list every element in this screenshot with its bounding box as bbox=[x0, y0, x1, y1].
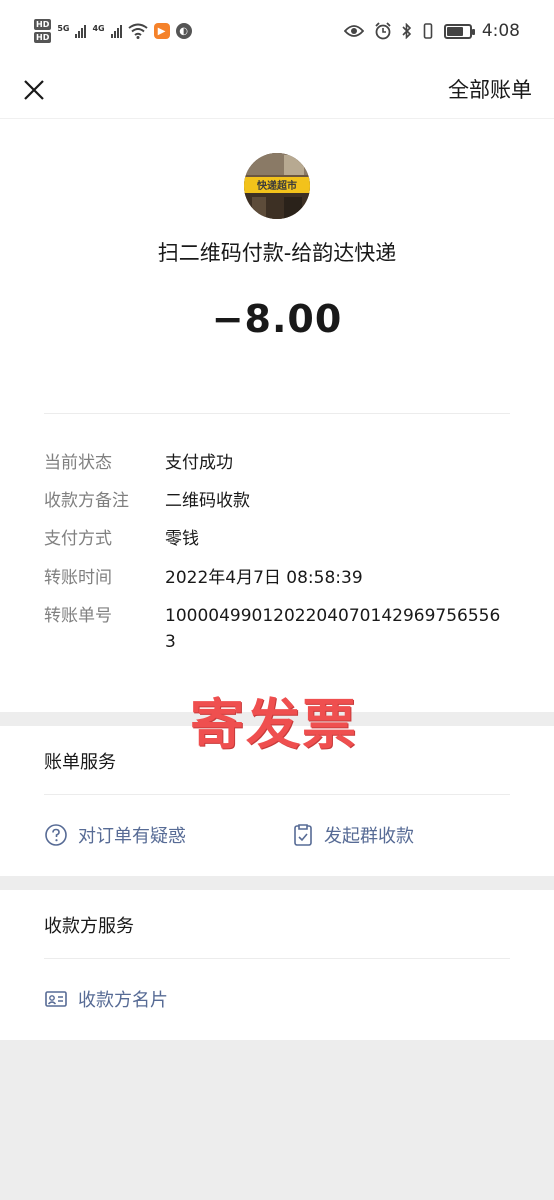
payee-service-title: 收款方服务 bbox=[44, 916, 134, 937]
transaction-card: 快递超市 扫二维码付款-给韵达快递 −8.00 当前状态 支付成功 收款方备注 … bbox=[0, 118, 554, 712]
close-icon bbox=[24, 80, 44, 100]
alarm-icon bbox=[375, 22, 391, 40]
detail-label: 支付方式 bbox=[44, 529, 112, 549]
group-collect-link[interactable]: 发起群收款 bbox=[292, 822, 414, 848]
video-app-icon: ▶ bbox=[153, 23, 170, 39]
contact-card-icon bbox=[45, 991, 67, 1007]
hd-badges: HD HD bbox=[34, 18, 52, 44]
detail-label: 转账单号 bbox=[44, 606, 112, 626]
detail-row-transfer-id: 转账单号 10000499012022040701429697565563 bbox=[44, 603, 510, 655]
detail-row-payee-note: 收款方备注 二维码收款 bbox=[44, 488, 510, 514]
detail-label: 收款方备注 bbox=[44, 491, 129, 511]
hd-badge-1: HD bbox=[34, 19, 52, 30]
order-question-label: 对订单有疑惑 bbox=[78, 826, 186, 847]
detail-value: 支付成功 bbox=[165, 453, 233, 473]
status-icons-right: 4:08 bbox=[343, 21, 520, 41]
clipboard-check-icon bbox=[294, 824, 312, 846]
detail-value: 零钱 bbox=[165, 529, 199, 549]
network-type-1: 5G bbox=[57, 24, 70, 33]
wifi-icon bbox=[128, 23, 148, 39]
network-type-2: 4G bbox=[92, 24, 105, 33]
detail-value: 2022年4月7日 08:58:39 bbox=[165, 568, 363, 588]
group-collect-label: 发起群收款 bbox=[324, 826, 414, 847]
transaction-amount: −8.00 bbox=[211, 297, 343, 341]
status-bar: HD HD 5G 4G ▶ ◐ 4:08 bbox=[0, 0, 554, 62]
merchant-name: 扫二维码付款-给韵达快递 bbox=[157, 241, 397, 265]
detail-row-transfer-time: 转账时间 2022年4月7日 08:58:39 bbox=[44, 565, 510, 591]
eye-icon bbox=[343, 25, 364, 37]
divider bbox=[44, 794, 510, 795]
detail-label: 转账时间 bbox=[44, 568, 112, 588]
question-circle-icon bbox=[45, 824, 67, 846]
storefront-image: 快递超市 bbox=[244, 153, 310, 219]
overlay-annotation-text: 寄发票 bbox=[190, 693, 358, 756]
payee-service-card: 收款方服务 收款方名片 bbox=[0, 890, 554, 1040]
signal-icon-2 bbox=[110, 24, 122, 38]
store-sign-text: 快递超市 bbox=[256, 179, 297, 192]
app-notification-icon: ◐ bbox=[175, 23, 192, 39]
payee-card-label: 收款方名片 bbox=[78, 990, 168, 1011]
merchant-avatar: 快递超市 bbox=[244, 153, 310, 219]
clock-time: 4:08 bbox=[481, 21, 520, 41]
bill-service-title: 账单服务 bbox=[44, 752, 116, 773]
navbar: 全部账单 bbox=[0, 62, 554, 118]
detail-row-payment-method: 支付方式 零钱 bbox=[44, 526, 510, 552]
vibrate-icon bbox=[423, 23, 433, 39]
detail-value[interactable]: 10000499012022040701429697565563 bbox=[165, 603, 510, 655]
all-bills-button[interactable]: 全部账单 bbox=[448, 74, 532, 104]
detail-row-status: 当前状态 支付成功 bbox=[44, 450, 510, 476]
order-question-link[interactable]: 对订单有疑惑 bbox=[44, 822, 186, 848]
divider bbox=[44, 958, 510, 959]
detail-label: 当前状态 bbox=[44, 453, 112, 473]
divider bbox=[44, 413, 510, 414]
detail-value: 二维码收款 bbox=[165, 491, 250, 511]
close-button[interactable] bbox=[14, 70, 54, 110]
battery-level bbox=[446, 26, 464, 36]
battery-icon bbox=[443, 23, 475, 39]
hd-badge-2: HD bbox=[34, 32, 52, 43]
signal-icon bbox=[75, 24, 87, 38]
bluetooth-icon bbox=[402, 23, 411, 39]
status-icons-left: HD HD 5G 4G ▶ ◐ bbox=[34, 18, 192, 44]
payee-card-link[interactable]: 收款方名片 bbox=[44, 986, 168, 1012]
